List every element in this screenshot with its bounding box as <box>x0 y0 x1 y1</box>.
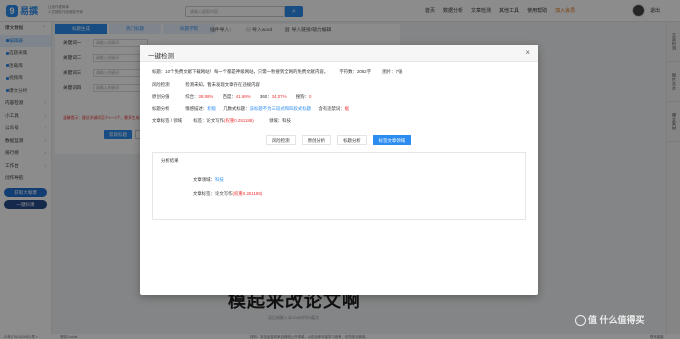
watermark: 值 什么值得买 <box>575 313 645 327</box>
modal-title: 一键检测 <box>148 53 174 60</box>
field-label: 领域： <box>268 118 283 123</box>
sensitive-label: 含有违禁词： <box>318 106 345 111</box>
orig-sogou-value: 0 <box>308 94 312 99</box>
tag-value: 论文写作 <box>206 118 224 123</box>
title-analysis-row: 标题分析 情感描述：积极 几数式标题：该标题不为三段式和四段式标题 含有违禁词：… <box>152 106 349 112</box>
watermark-text: 值 什么值得买 <box>588 315 645 325</box>
panel-field-label: 文章领域： <box>193 177 215 182</box>
word-count: 2082字 <box>356 69 372 74</box>
tab-risk-check[interactable]: 风险检测 <box>266 135 296 145</box>
segment-value: 该标题不为三段式和四段式标题 <box>249 106 312 111</box>
tab-originality[interactable]: 原创分析 <box>301 135 332 145</box>
risk-key: 风险检测 <box>152 82 170 87</box>
orig-overall-label: 综合： <box>185 94 199 99</box>
tab-title-analysis[interactable]: 标题分析 <box>337 135 367 145</box>
emotion-value: 积极 <box>207 106 216 111</box>
one-click-check-modal: 一键检测 × 标题：10个免费文献下载网站！每一个都是神级网站，只需一秒搜到全网… <box>140 45 538 295</box>
summary-row: 标题：10个免费文献下载网站！每一个都是神级网站，只需一秒搜到全网的免费文献内容… <box>152 69 402 75</box>
panel-tag-weight: (权重0.251188) <box>232 191 263 196</box>
panel-field-value: 科技 <box>214 177 224 182</box>
risk-row: 风险检测 检测未知，暂未发现文章存在违规内容 <box>152 82 260 88</box>
tag-weight: (权重0.251188) <box>224 118 254 123</box>
orig-sogou-label: 搜狗： <box>295 94 309 99</box>
segment-label: 几数式标题： <box>223 106 250 111</box>
panel-tag-label: 文章标签： <box>193 191 215 196</box>
word-count-label: 字符数： <box>339 69 357 74</box>
orig-360-value: 34.07% <box>271 94 287 99</box>
summary-text: 标题：10个免费文献下载网站！每一个都是神级网站，只需一秒搜到全网的免费文献内容… <box>152 69 329 74</box>
emotion-label: 情感描述： <box>185 106 208 111</box>
result-panel-title: 分析结果 <box>161 158 179 163</box>
tab-tag-domain[interactable]: 标签文章领域 <box>372 135 412 145</box>
sensitive-value: 据 <box>344 106 350 111</box>
tag-label: 标签： <box>193 118 207 123</box>
orig-overall-value: 38.88% <box>198 94 214 99</box>
domain-row: 文章标签 / 领域 标签：论文写作(权重0.251188) 领域：科技 <box>152 118 291 124</box>
panel-field-row: 文章领域：科技 <box>193 177 224 183</box>
modal-header: 一键检测 × <box>140 45 538 62</box>
orig-360-label: 360： <box>259 94 272 99</box>
close-icon[interactable]: × <box>525 48 530 57</box>
orig-baidu-value: 41.69% <box>235 94 251 99</box>
panel-tag-row: 文章标签：论文写作(权重0.251188) <box>193 191 262 197</box>
watermark-icon <box>575 315 586 327</box>
panel-tag-value: 论文写作 <box>214 191 233 196</box>
risk-value: 检测未知，暂未发现文章存在违规内容 <box>185 82 260 87</box>
originality-row: 原创分值 综合：38.88% 百度：41.69% 360：34.07% 搜狗：0 <box>152 94 311 100</box>
field-value: 科技 <box>282 118 291 123</box>
result-panel: 分析结果 文章领域：科技 文章标签：论文写作(权重0.251188) <box>152 152 526 220</box>
orig-baidu-label: 百度： <box>222 94 236 99</box>
domain-key: 文章标签 / 领域 <box>152 118 183 123</box>
result-tabs: 风险检测 原创分析 标题分析 标签文章领域 <box>266 135 412 145</box>
title-analysis-key: 标题分析 <box>152 106 170 111</box>
image-count: 7张 <box>395 69 403 74</box>
image-count-label: 图片： <box>382 69 396 74</box>
originality-key: 原创分值 <box>152 94 170 99</box>
